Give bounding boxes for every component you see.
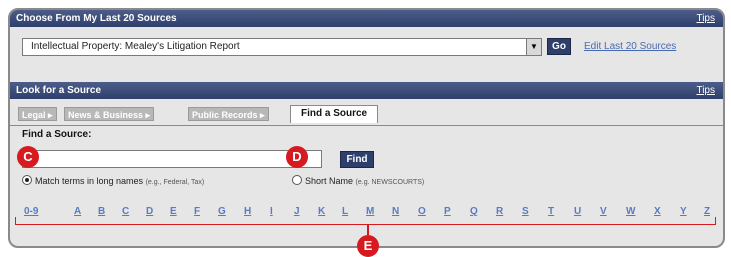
- alpha-link-n[interactable]: N: [392, 206, 399, 217]
- alpha-link-t[interactable]: T: [548, 206, 554, 217]
- radio-short-hint: (e.g. NEWSCOURTS): [355, 179, 425, 186]
- radio-unchecked-icon[interactable]: [292, 175, 302, 185]
- alphabet-bracket-stem: [367, 225, 369, 235]
- alpha-link-j[interactable]: J: [294, 206, 300, 217]
- alphabet-bracket: [15, 217, 716, 225]
- alpha-link-p[interactable]: P: [444, 206, 451, 217]
- alpha-link-f[interactable]: F: [194, 206, 200, 217]
- alpha-link-i[interactable]: I: [270, 206, 273, 217]
- selected-source-value: Intellectual Property: Mealey's Litigati…: [31, 41, 240, 52]
- find-source-input[interactable]: [22, 150, 322, 168]
- alpha-link-b[interactable]: B: [98, 206, 105, 217]
- tab-find-a-source[interactable]: Find a Source: [290, 105, 379, 123]
- go-button[interactable]: Go: [547, 38, 571, 55]
- alpha-link-l[interactable]: L: [342, 206, 348, 217]
- tab-divider: [10, 125, 723, 126]
- source-panel: Choose From My Last 20 Sources Tips Inte…: [8, 8, 725, 248]
- alpha-link-m[interactable]: M: [366, 206, 374, 217]
- alpha-link-0-9[interactable]: 0-9: [24, 206, 38, 217]
- recent-sources-header: Choose From My Last 20 Sources Tips: [10, 10, 723, 27]
- alpha-link-g[interactable]: G: [218, 206, 226, 217]
- find-source-label: Find a Source:: [22, 129, 92, 140]
- chevron-down-icon[interactable]: ▼: [526, 39, 541, 55]
- alpha-link-x[interactable]: X: [654, 206, 661, 217]
- alpha-link-q[interactable]: Q: [470, 206, 478, 217]
- alpha-link-w[interactable]: W: [626, 206, 635, 217]
- find-button[interactable]: Find: [340, 151, 374, 168]
- alpha-link-a[interactable]: A: [74, 206, 81, 217]
- radio-checked-icon[interactable]: [22, 175, 32, 185]
- recent-sources-tips-link[interactable]: Tips: [696, 10, 715, 27]
- look-for-source-header: Look for a Source Tips: [10, 82, 723, 99]
- alpha-link-d[interactable]: D: [146, 206, 153, 217]
- radio-short-name[interactable]: Short Name (e.g. NEWSCOURTS): [292, 175, 424, 186]
- alpha-link-s[interactable]: S: [522, 206, 529, 217]
- tab-news-business[interactable]: News & Business ▸: [64, 107, 155, 121]
- alpha-link-h[interactable]: H: [244, 206, 251, 217]
- alpha-link-r[interactable]: R: [496, 206, 503, 217]
- alpha-link-z[interactable]: Z: [704, 206, 710, 217]
- alpha-link-y[interactable]: Y: [680, 206, 687, 217]
- radio-short-label: Short Name: [305, 176, 354, 186]
- look-for-source-tips-link[interactable]: Tips: [696, 82, 715, 99]
- look-for-source-title: Look for a Source: [16, 85, 102, 96]
- radio-match-hint: (e.g., Federal, Tax): [145, 179, 205, 186]
- tab-legal[interactable]: Legal ▸: [18, 107, 57, 121]
- radio-match-long-names[interactable]: Match terms in long names (e.g., Federal…: [22, 175, 204, 186]
- alpha-link-c[interactable]: C: [122, 206, 129, 217]
- alpha-link-u[interactable]: U: [574, 206, 581, 217]
- tab-public-records[interactable]: Public Records ▸: [188, 107, 269, 121]
- callout-d-marker: D: [286, 146, 308, 168]
- alpha-link-o[interactable]: O: [418, 206, 426, 217]
- callout-c-marker: C: [17, 146, 39, 168]
- alpha-link-v[interactable]: V: [600, 206, 607, 217]
- alpha-link-e[interactable]: E: [170, 206, 177, 217]
- edit-last-20-sources-link[interactable]: Edit Last 20 Sources: [584, 41, 676, 52]
- radio-match-label: Match terms in long names: [35, 176, 144, 186]
- alpha-link-k[interactable]: K: [318, 206, 325, 217]
- recent-sources-title: Choose From My Last 20 Sources: [16, 13, 177, 24]
- recent-sources-select[interactable]: Intellectual Property: Mealey's Litigati…: [22, 38, 542, 56]
